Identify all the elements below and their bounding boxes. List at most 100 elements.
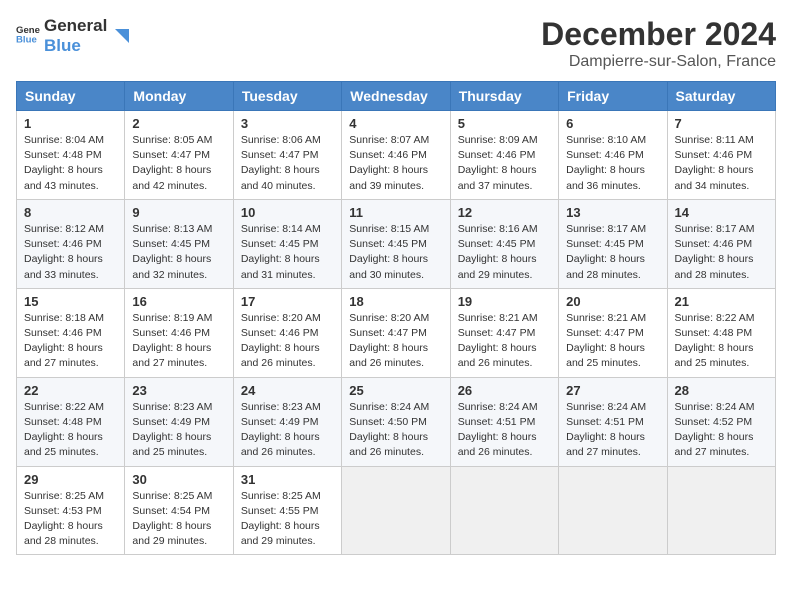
calendar-cell: 15Sunrise: 8:18 AMSunset: 4:46 PMDayligh… xyxy=(17,288,125,377)
calendar-cell: 27 Sunrise: 8:24 AMSunset: 4:51 PMDayligh… xyxy=(559,377,667,466)
page-header: General Blue General Blue December 2024 … xyxy=(16,16,776,71)
day-number: 20 xyxy=(566,294,659,309)
calendar-header-row: SundayMondayTuesdayWednesdayThursdayFrid… xyxy=(17,82,776,111)
day-number: 16 xyxy=(132,294,225,309)
calendar-cell: 12Sunrise: 8:16 AMSunset: 4:45 PMDayligh… xyxy=(450,199,558,288)
day-number: 8 xyxy=(24,205,117,220)
day-header-friday: Friday xyxy=(559,82,667,111)
day-number: 7 xyxy=(675,116,768,131)
cell-content: Sunrise: 8:13 AMSunset: 4:45 PMDaylight:… xyxy=(132,223,212,281)
day-number: 12 xyxy=(458,205,551,220)
day-number: 17 xyxy=(241,294,334,309)
cell-content: Sunrise: 8:19 AMSunset: 4:46 PMDaylight:… xyxy=(132,312,212,370)
day-number: 23 xyxy=(132,383,225,398)
cell-content: Sunrise: 8:15 AMSunset: 4:45 PMDaylight:… xyxy=(349,223,429,281)
cell-content: Sunrise: 8:21 AMSunset: 4:47 PMDaylight:… xyxy=(566,312,646,370)
day-number: 21 xyxy=(675,294,768,309)
day-number: 1 xyxy=(24,116,117,131)
calendar-cell: 14 Sunrise: 8:17 AMSunset: 4:46 PMDayligh… xyxy=(667,199,775,288)
cell-content: Sunrise: 8:20 AMSunset: 4:46 PMDaylight:… xyxy=(241,312,321,370)
calendar-cell: 13 Sunrise: 8:17 AMSunset: 4:45 PMDayligh… xyxy=(559,199,667,288)
cell-content: Sunrise: 8:04 AMSunset: 4:48 PMDaylight:… xyxy=(24,134,104,192)
calendar-cell: 16 Sunrise: 8:19 AMSunset: 4:46 PMDayligh… xyxy=(125,288,233,377)
calendar-cell: 8 Sunrise: 8:12 AMSunset: 4:46 PMDaylight… xyxy=(17,199,125,288)
day-number: 6 xyxy=(566,116,659,131)
day-number: 24 xyxy=(241,383,334,398)
cell-content: Sunrise: 8:25 AMSunset: 4:55 PMDaylight:… xyxy=(241,490,321,548)
calendar-cell: 22Sunrise: 8:22 AMSunset: 4:48 PMDayligh… xyxy=(17,377,125,466)
cell-content: Sunrise: 8:17 AMSunset: 4:46 PMDaylight:… xyxy=(675,223,755,281)
day-number: 10 xyxy=(241,205,334,220)
calendar-cell: 3 Sunrise: 8:06 AMSunset: 4:47 PMDaylight… xyxy=(233,111,341,200)
calendar-cell: 23 Sunrise: 8:23 AMSunset: 4:49 PMDayligh… xyxy=(125,377,233,466)
calendar-cell: 20 Sunrise: 8:21 AMSunset: 4:47 PMDayligh… xyxy=(559,288,667,377)
calendar-cell: 18 Sunrise: 8:20 AMSunset: 4:47 PMDayligh… xyxy=(342,288,450,377)
calendar-cell: 7 Sunrise: 8:11 AMSunset: 4:46 PMDaylight… xyxy=(667,111,775,200)
calendar-cell: 11 Sunrise: 8:15 AMSunset: 4:45 PMDayligh… xyxy=(342,199,450,288)
calendar-cell xyxy=(559,466,667,555)
cell-content: Sunrise: 8:11 AMSunset: 4:46 PMDaylight:… xyxy=(675,134,754,192)
title-section: December 2024 Dampierre-sur-Salon, Franc… xyxy=(541,16,776,71)
calendar-cell xyxy=(342,466,450,555)
day-number: 11 xyxy=(349,205,442,220)
day-header-sunday: Sunday xyxy=(17,82,125,111)
logo: General Blue General Blue xyxy=(16,16,133,57)
cell-content: Sunrise: 8:22 AMSunset: 4:48 PMDaylight:… xyxy=(24,401,104,459)
svg-text:Blue: Blue xyxy=(16,34,37,45)
calendar-week-row: 29 Sunrise: 8:25 AMSunset: 4:53 PMDayligh… xyxy=(17,466,776,555)
cell-content: Sunrise: 8:20 AMSunset: 4:47 PMDaylight:… xyxy=(349,312,429,370)
cell-content: Sunrise: 8:14 AMSunset: 4:45 PMDaylight:… xyxy=(241,223,321,281)
day-header-saturday: Saturday xyxy=(667,82,775,111)
calendar-cell: 10 Sunrise: 8:14 AMSunset: 4:45 PMDayligh… xyxy=(233,199,341,288)
cell-content: Sunrise: 8:07 AMSunset: 4:46 PMDaylight:… xyxy=(349,134,429,192)
calendar-cell: 19Sunrise: 8:21 AMSunset: 4:47 PMDayligh… xyxy=(450,288,558,377)
calendar-cell: 1 Sunrise: 8:04 AMSunset: 4:48 PMDaylight… xyxy=(17,111,125,200)
cell-content: Sunrise: 8:17 AMSunset: 4:45 PMDaylight:… xyxy=(566,223,646,281)
day-number: 26 xyxy=(458,383,551,398)
day-number: 31 xyxy=(241,472,334,487)
day-number: 19 xyxy=(458,294,551,309)
day-number: 29 xyxy=(24,472,117,487)
calendar-cell: 4 Sunrise: 8:07 AMSunset: 4:46 PMDaylight… xyxy=(342,111,450,200)
day-number: 25 xyxy=(349,383,442,398)
day-number: 9 xyxy=(132,205,225,220)
month-year-title: December 2024 xyxy=(541,16,776,53)
calendar-cell: 30 Sunrise: 8:25 AMSunset: 4:54 PMDayligh… xyxy=(125,466,233,555)
location-subtitle: Dampierre-sur-Salon, France xyxy=(541,53,776,71)
calendar-cell: 6Sunrise: 8:10 AMSunset: 4:46 PMDaylight… xyxy=(559,111,667,200)
day-number: 14 xyxy=(675,205,768,220)
day-header-thursday: Thursday xyxy=(450,82,558,111)
day-number: 13 xyxy=(566,205,659,220)
day-number: 27 xyxy=(566,383,659,398)
calendar-cell: 21Sunrise: 8:22 AMSunset: 4:48 PMDayligh… xyxy=(667,288,775,377)
day-number: 4 xyxy=(349,116,442,131)
cell-content: Sunrise: 8:06 AMSunset: 4:47 PMDaylight:… xyxy=(241,134,321,192)
day-number: 5 xyxy=(458,116,551,131)
calendar-week-row: 15Sunrise: 8:18 AMSunset: 4:46 PMDayligh… xyxy=(17,288,776,377)
cell-content: Sunrise: 8:25 AMSunset: 4:54 PMDaylight:… xyxy=(132,490,212,548)
logo-general: General xyxy=(44,16,107,36)
day-number: 3 xyxy=(241,116,334,131)
calendar-week-row: 22Sunrise: 8:22 AMSunset: 4:48 PMDayligh… xyxy=(17,377,776,466)
calendar-cell: 17 Sunrise: 8:20 AMSunset: 4:46 PMDayligh… xyxy=(233,288,341,377)
cell-content: Sunrise: 8:24 AMSunset: 4:51 PMDaylight:… xyxy=(458,401,538,459)
day-header-tuesday: Tuesday xyxy=(233,82,341,111)
cell-content: Sunrise: 8:23 AMSunset: 4:49 PMDaylight:… xyxy=(241,401,321,459)
logo-blue: Blue xyxy=(44,36,107,56)
cell-content: Sunrise: 8:12 AMSunset: 4:46 PMDaylight:… xyxy=(24,223,104,281)
calendar-cell: 24 Sunrise: 8:23 AMSunset: 4:49 PMDayligh… xyxy=(233,377,341,466)
cell-content: Sunrise: 8:25 AMSunset: 4:53 PMDaylight:… xyxy=(24,490,104,548)
calendar-cell xyxy=(667,466,775,555)
day-number: 30 xyxy=(132,472,225,487)
calendar-week-row: 1 Sunrise: 8:04 AMSunset: 4:48 PMDaylight… xyxy=(17,111,776,200)
calendar-cell: 9 Sunrise: 8:13 AMSunset: 4:45 PMDaylight… xyxy=(125,199,233,288)
cell-content: Sunrise: 8:23 AMSunset: 4:49 PMDaylight:… xyxy=(132,401,212,459)
calendar-cell: 31 Sunrise: 8:25 AMSunset: 4:55 PMDayligh… xyxy=(233,466,341,555)
calendar-cell: 25Sunrise: 8:24 AMSunset: 4:50 PMDayligh… xyxy=(342,377,450,466)
day-number: 18 xyxy=(349,294,442,309)
day-number: 2 xyxy=(132,116,225,131)
cell-content: Sunrise: 8:24 AMSunset: 4:52 PMDaylight:… xyxy=(675,401,755,459)
day-number: 15 xyxy=(24,294,117,309)
cell-content: Sunrise: 8:24 AMSunset: 4:51 PMDaylight:… xyxy=(566,401,646,459)
logo-triangle-icon xyxy=(111,25,133,47)
